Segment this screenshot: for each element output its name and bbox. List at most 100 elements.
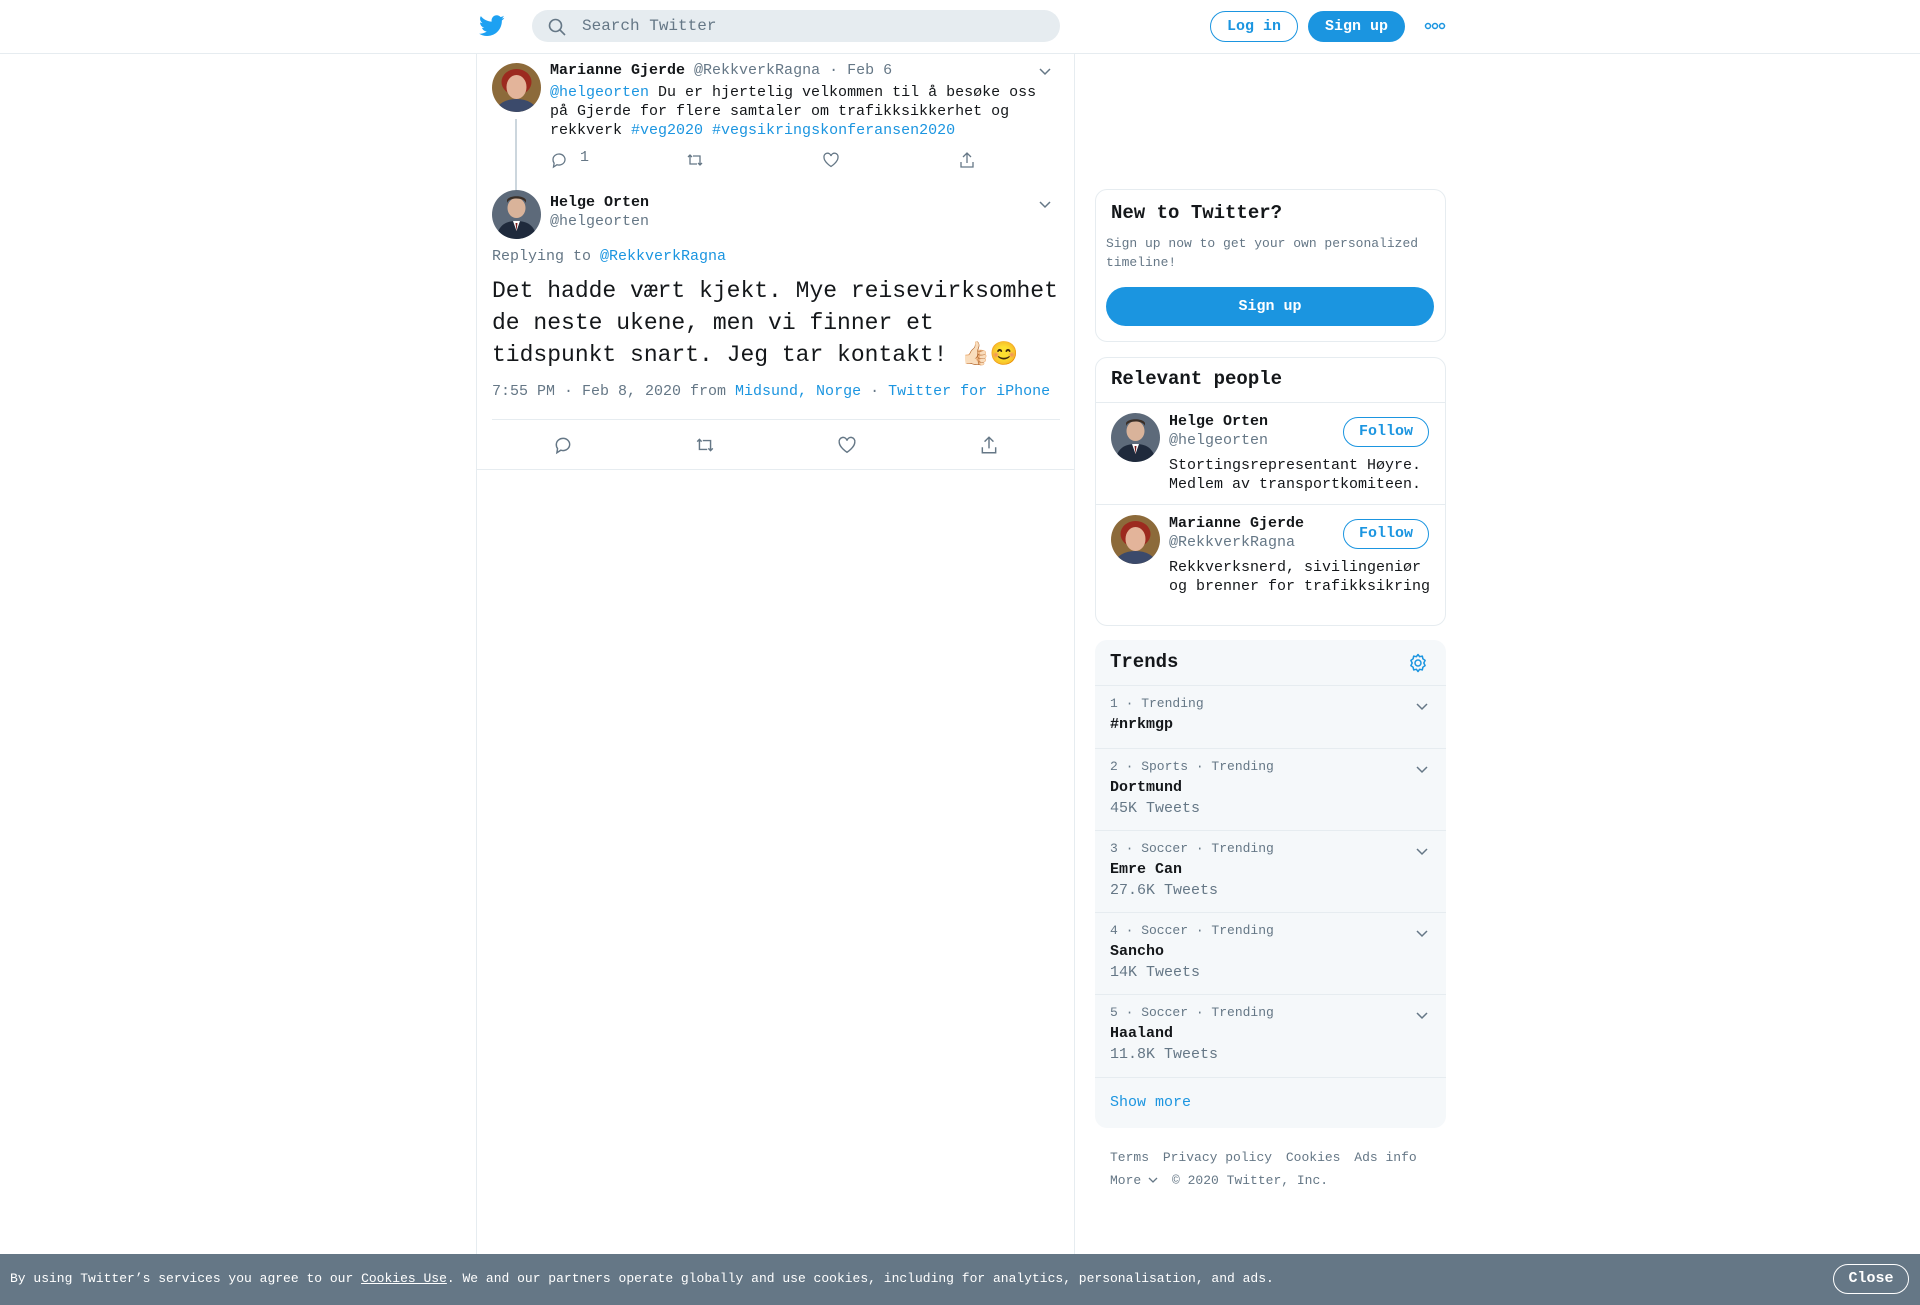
new-to-twitter-card: New to Twitter? Sign up now to get your … (1095, 189, 1446, 342)
trend-item[interactable]: 3 · Soccer · Trending Emre Can 27.6K Twe… (1095, 830, 1446, 912)
retweet-icon (687, 154, 703, 166)
footer-copyright: © 2020 Twitter, Inc. (1172, 1173, 1329, 1188)
trend-name[interactable]: Sancho (1110, 943, 1164, 960)
trend-name[interactable]: Dortmund (1110, 779, 1182, 796)
trend-item[interactable]: 4 · Soccer · Trending Sancho 14K Tweets (1095, 912, 1446, 994)
chevron-down-icon[interactable] (1038, 66, 1052, 76)
reply-button[interactable] (553, 435, 573, 455)
follow-button[interactable]: Follow (1343, 417, 1429, 447)
reply-icon (555, 437, 571, 455)
card-title: New to Twitter? (1111, 202, 1283, 224)
replying-handle-link[interactable]: @RekkverkRagna (600, 248, 726, 265)
avatar-marianne-gjerde[interactable] (492, 63, 541, 112)
footer-ads-link[interactable]: Ads info (1354, 1150, 1416, 1165)
trends-card: Trends 1 · Trending #nrkmgp 2 · Sports ·… (1095, 640, 1446, 1128)
trend-item[interactable]: 1 · Trending #nrkmgp (1095, 685, 1446, 748)
retweet-button[interactable] (686, 151, 704, 169)
dot-separator: · (861, 383, 889, 400)
signup-button[interactable]: Sign up (1308, 11, 1405, 42)
person-name[interactable]: Marianne Gjerde (1169, 515, 1304, 532)
trend-name[interactable]: Haaland (1110, 1025, 1173, 1042)
search-bar[interactable]: Search Twitter (532, 10, 1060, 42)
person-item[interactable]: Marianne Gjerde @RekkverkRagna Follow Re… (1096, 504, 1445, 625)
trend-item[interactable]: 2 · Sports · Trending Dortmund 45K Tweet… (1095, 748, 1446, 830)
hashtag-link[interactable]: #veg2020 (631, 122, 703, 139)
chevron-down-icon[interactable] (1415, 764, 1429, 774)
author-name[interactable]: Helge Orten (550, 194, 649, 211)
avatar-marianne-gjerde[interactable] (1111, 515, 1160, 564)
show-more-trends[interactable]: Show more (1095, 1077, 1446, 1128)
reply-icon (552, 153, 566, 169)
person-handle[interactable]: @RekkverkRagna (1169, 534, 1295, 551)
search-icon (548, 18, 566, 36)
cookie-consent-bar: By using Twitter’s services you agree to… (0, 1254, 1920, 1305)
share-icon (981, 436, 997, 454)
retweet-button[interactable] (695, 435, 715, 455)
trend-name[interactable]: Emre Can (1110, 861, 1182, 878)
reply-button[interactable]: 1 (550, 149, 589, 169)
trend-tweet-count: 27.6K Tweets (1110, 882, 1219, 899)
person-item[interactable]: Helge Orten @helgeorten Follow Stortings… (1096, 402, 1445, 504)
twitter-bird-icon[interactable] (479, 14, 505, 38)
divider (477, 469, 1074, 470)
trend-name[interactable]: #nrkmgp (1110, 716, 1173, 733)
tweet-timestamp[interactable]: 7:55 PM · Feb 8, 2020 from (492, 383, 735, 400)
chevron-down-icon[interactable] (1415, 701, 1429, 711)
trend-meta: 5 · Soccer · Trending (1110, 1005, 1274, 1020)
search-input[interactable]: Search Twitter (582, 17, 716, 35)
person-bio: Stortingsrepresentant Høyre. Medlem av t… (1169, 457, 1422, 493)
mention-link[interactable]: @helgeorten (550, 84, 649, 101)
follow-button[interactable]: Follow (1343, 519, 1429, 549)
sidebar-footer: Terms Privacy policy Cookies Ads info Mo… (1110, 1146, 1440, 1192)
thread-connector-line (515, 119, 517, 192)
trend-item[interactable]: 5 · Soccer · Trending Haaland 11.8K Twee… (1095, 994, 1446, 1077)
signup-card-button[interactable]: Sign up (1106, 287, 1434, 326)
chevron-down-icon[interactable] (1038, 199, 1052, 209)
replying-to: Replying to @RekkverkRagna (492, 248, 726, 265)
person-name[interactable]: Helge Orten (1169, 413, 1268, 430)
cookie-text-end: . We and our partners operate globally a… (446, 1271, 1274, 1286)
author-handle[interactable]: @RekkverkRagna (694, 62, 820, 79)
cookie-message: By using Twitter’s services you agree to… (10, 1271, 1274, 1286)
divider (492, 419, 1060, 420)
author-name[interactable]: Marianne Gjerde (550, 62, 685, 79)
more-dots-icon[interactable] (1424, 20, 1446, 32)
footer-cookies-link[interactable]: Cookies (1286, 1150, 1341, 1165)
trend-tweet-count: 45K Tweets (1110, 800, 1201, 817)
footer-more-label: More (1110, 1173, 1142, 1188)
show-more-link[interactable]: Show more (1110, 1094, 1191, 1111)
avatar-helge-orten[interactable] (1111, 413, 1160, 462)
person-handle[interactable]: @helgeorten (1169, 432, 1268, 449)
chevron-down-icon[interactable] (1415, 928, 1429, 938)
trend-meta: 3 · Soccer · Trending (1110, 841, 1274, 856)
share-icon (960, 152, 974, 168)
login-button[interactable]: Log in (1210, 11, 1298, 42)
relevant-people-card: Relevant people Helge Orten @helgeorten … (1095, 357, 1446, 626)
person-bio: Rekkverksnerd, sivilingeniør og brenner … (1169, 559, 1431, 595)
tweet-date[interactable]: Feb 6 (847, 62, 892, 79)
share-button[interactable] (979, 435, 999, 455)
like-button[interactable] (837, 435, 857, 455)
gear-icon[interactable] (1408, 653, 1428, 673)
like-button[interactable] (822, 151, 840, 169)
footer-privacy-link[interactable]: Privacy policy (1163, 1150, 1272, 1165)
footer-terms-link[interactable]: Terms (1110, 1150, 1149, 1165)
card-title: Trends (1110, 651, 1179, 673)
author-handle[interactable]: @helgeorten (550, 213, 649, 230)
cookies-use-link[interactable]: Cookies Use (361, 1271, 447, 1286)
source-link[interactable]: Twitter for iPhone (888, 383, 1050, 400)
chevron-down-icon[interactable] (1415, 1010, 1429, 1020)
hashtag-link[interactable]: #vegsikringskonferansen2020 (712, 122, 955, 139)
card-title: Relevant people (1111, 368, 1283, 390)
tweet-metadata: 7:55 PM · Feb 8, 2020 from Midsund, Norg… (492, 383, 1050, 400)
heart-icon (823, 152, 839, 168)
cookie-close-button[interactable]: Close (1833, 1264, 1909, 1294)
retweet-icon (696, 438, 714, 452)
top-header: Search Twitter Log in Sign up (0, 0, 1920, 54)
avatar-helge-orten[interactable] (492, 190, 541, 239)
footer-more-link[interactable]: More (1110, 1173, 1158, 1188)
share-button[interactable] (958, 151, 976, 169)
chevron-down-icon[interactable] (1415, 846, 1429, 856)
location-link[interactable]: Midsund, Norge (735, 383, 861, 400)
dot-separator: · (829, 62, 839, 79)
